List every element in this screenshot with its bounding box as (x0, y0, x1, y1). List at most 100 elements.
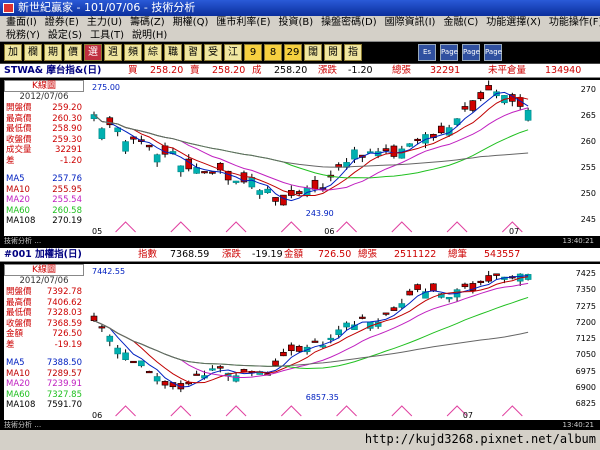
menu-item[interactable]: 設定(S) (44, 29, 86, 42)
ma-value: 7327.85 (46, 389, 82, 400)
toolbar-page-icon[interactable]: Page (462, 44, 480, 61)
toolbar-button[interactable]: 職 (164, 44, 182, 61)
menu-item[interactable]: 籌碼(Z) (126, 16, 169, 29)
kline-title[interactable]: K線圖 (4, 80, 84, 92)
info-row: 金額 726.50 (4, 329, 84, 340)
ma-row: MA10 255.95 (4, 185, 84, 196)
sell-label: 賣 (190, 65, 200, 76)
toolbar-number-button[interactable]: 29 (284, 44, 302, 61)
toolbar-button[interactable]: 價 (64, 44, 82, 61)
info-label: 最高價 (6, 297, 32, 308)
index-value: 7368.59 (170, 249, 210, 260)
toolbar-button[interactable]: 頻 (124, 44, 142, 61)
ma-rows: MA5 257.76 MA10 255.95 MA20 255.54 MA60 260.58 M… (4, 174, 84, 227)
candle-body (406, 290, 414, 296)
toolbar-page-icon[interactable]: Es (418, 44, 436, 61)
candle-body (335, 329, 342, 335)
ma-label: MA10 (6, 368, 30, 379)
change-label: 漲跌 (222, 249, 242, 260)
period-high-label: 275.00 (92, 83, 120, 92)
ma-row: MA20 255.54 (4, 195, 84, 206)
menu-item[interactable]: 金融(C) (439, 16, 482, 29)
toolbar-button[interactable]: 習 (184, 44, 202, 61)
info-row: 開盤價 259.20 (4, 103, 84, 114)
index-status-line: 技術分析 … 13:40:21 (0, 420, 600, 430)
ma-value: 255.54 (52, 195, 82, 205)
menu-item[interactable]: 功能操作(F) (545, 16, 600, 29)
menu-item[interactable]: 匯市利率(E) (212, 16, 274, 29)
menu-item[interactable]: 操盤密碼(D) (317, 16, 381, 29)
info-label: 最高價 (6, 113, 32, 124)
toolbar-button[interactable]: 江 (224, 44, 242, 61)
candle-body (524, 109, 532, 121)
candle-body (272, 360, 279, 366)
volume-label: 總張 (392, 65, 412, 76)
toolbar-button[interactable]: 綜 (144, 44, 162, 61)
menu-item[interactable]: 國際資訊(I) (381, 16, 440, 29)
toolbar-button[interactable]: 選 (84, 44, 102, 61)
menu-item[interactable]: 功能選擇(X) (482, 16, 545, 29)
info-row: 收盤價 7368.59 (4, 319, 84, 330)
candle-body (406, 143, 414, 147)
ma-label: MA108 (6, 216, 36, 226)
symbol-label[interactable]: #001 加權指(日) (4, 248, 82, 262)
toolbar-number-button[interactable]: 9 (244, 44, 262, 61)
info-value: 259.20 (52, 103, 82, 113)
menu-item[interactable]: 證券(E) (41, 16, 83, 29)
menu-item[interactable]: 投資(B) (274, 16, 317, 29)
toolbar-button[interactable]: 閱 (324, 44, 342, 61)
status-text: 技術分析 … (4, 421, 42, 429)
candle-body (280, 351, 287, 357)
candle-body (311, 179, 319, 190)
axis-tick-label: 7425 (575, 269, 596, 278)
axis-tick-label: 255 (580, 163, 596, 172)
futures-chart[interactable]: 275.00 243.90 05 06 07 (84, 80, 546, 236)
menu-item[interactable]: 說明(H) (128, 29, 171, 42)
watermark-url: http://kujd3268.pixnet.net/album (364, 432, 596, 446)
ma-label: MA60 (6, 389, 30, 400)
index-chart[interactable]: 7442.55 6857.35 06 07 (84, 264, 546, 420)
candle-body (414, 284, 421, 290)
oi-value: 134940 (545, 65, 582, 76)
toolbar-page-icon[interactable]: Page (484, 44, 502, 61)
index-kline-chart[interactable]: 7442.55 6857.35 06 07 (84, 264, 546, 420)
axis-tick-label: 7275 (575, 301, 596, 311)
volume-value: 32291 (430, 65, 461, 76)
candle-body (114, 347, 121, 355)
toolbar-button[interactable]: 受 (204, 44, 222, 61)
menu-item[interactable]: 畫面(I) (2, 16, 41, 29)
info-date: 2012/07/06 (19, 92, 69, 102)
candle-body (382, 148, 390, 152)
toolbar-number-button[interactable]: 8 (264, 44, 282, 61)
toolbar-button[interactable]: 欄 (24, 44, 42, 61)
toolbar-button[interactable]: 週 (104, 44, 122, 61)
toolbar-button[interactable]: 指 (344, 44, 362, 61)
kline-title[interactable]: K線圖 (4, 264, 84, 276)
ma-label: MA108 (6, 400, 36, 410)
candle-body (319, 345, 327, 348)
futures-kline-chart[interactable]: 275.00 243.90 05 06 07 (84, 80, 546, 236)
menu-item[interactable]: 主力(U) (83, 16, 126, 29)
axis-tick-label: 265 (580, 111, 596, 120)
toolbar-button[interactable]: 期 (44, 44, 62, 61)
info-row: 最低價 258.90 (4, 124, 84, 135)
menu-item[interactable]: 稅務(Y) (2, 29, 44, 42)
ma-label: MA60 (6, 205, 30, 216)
toolbar-page-icon[interactable]: Page (440, 44, 458, 61)
candle-body (201, 171, 208, 174)
symbol-label[interactable]: STWA& 摩台指&(日) (4, 64, 101, 78)
toolbar-button[interactable]: 闊 (304, 44, 322, 61)
amount-label: 金額 (284, 249, 304, 260)
menu-item[interactable]: 工具(T) (86, 29, 128, 42)
amount-value: 726.50 (318, 249, 352, 260)
candle-body (359, 316, 366, 319)
info-value: 32291 (54, 145, 82, 155)
menu-item[interactable]: 期權(Q) (169, 16, 213, 29)
toolbar: 加欄期價選週頻綜職習受江 9 8 29 闊閱指 Es Page Page Page (0, 42, 600, 64)
candle-body (177, 165, 185, 173)
toolbar-button[interactable]: 加 (4, 44, 22, 61)
info-row: 成交量 32291 (4, 145, 84, 156)
period-high-label: 7442.55 (92, 267, 125, 276)
ma-label: MA20 (6, 379, 30, 389)
candle-body (414, 138, 421, 142)
